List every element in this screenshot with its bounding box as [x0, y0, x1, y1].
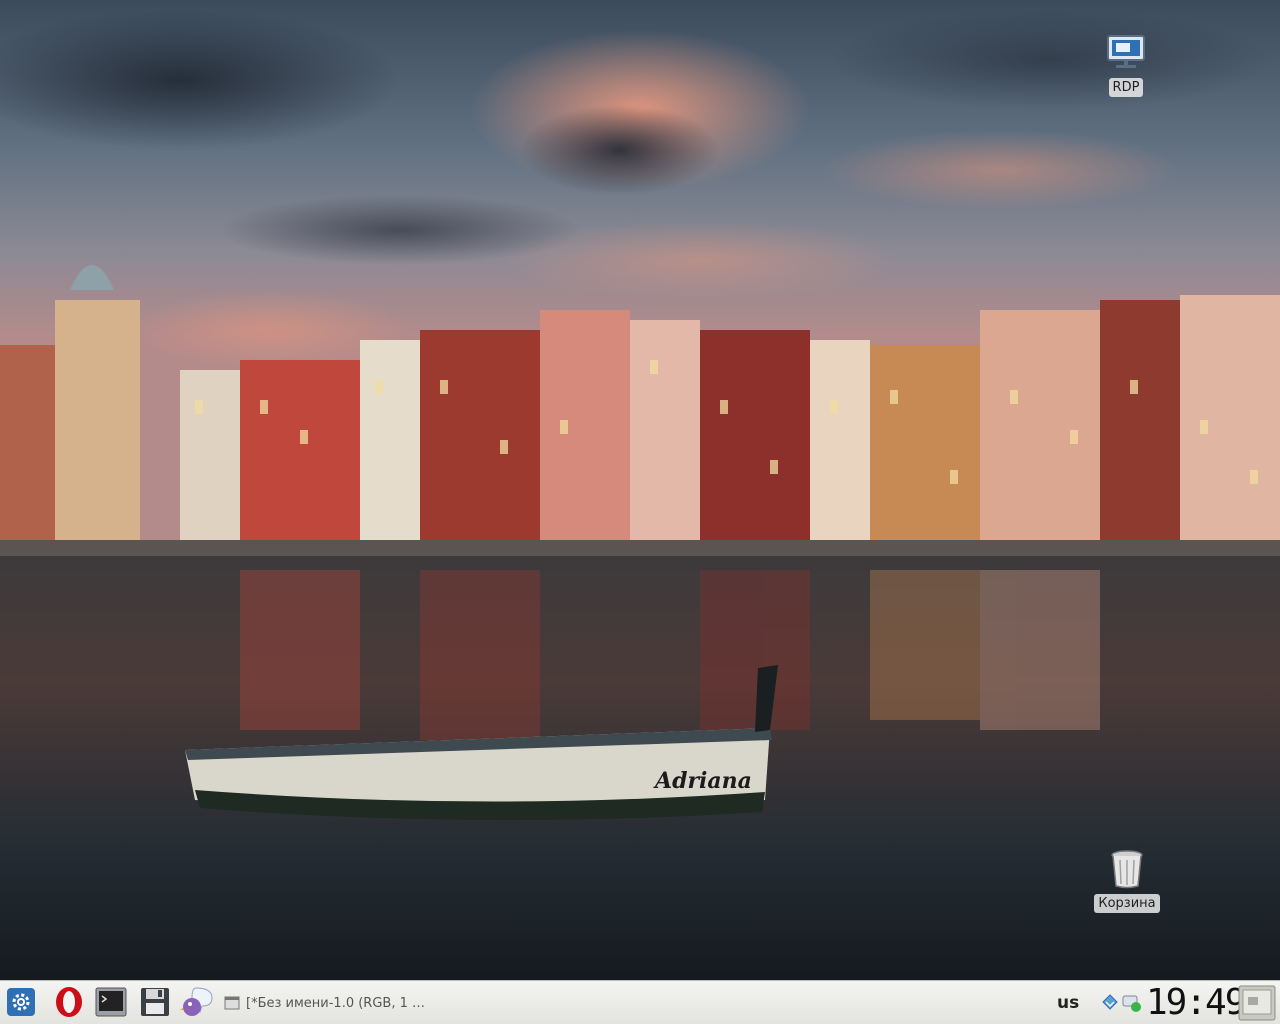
browser-launcher[interactable]: [52, 985, 86, 1019]
window-icon: [224, 996, 240, 1010]
trash-desktop-icon[interactable]: Корзина: [1087, 846, 1167, 913]
taskbar: [*Без имени-1.0 (RGB, 1 … us 19:49: [0, 980, 1280, 1024]
wallpaper-image: Adriana: [0, 0, 1280, 980]
network-tray-icon[interactable]: [1100, 993, 1120, 1013]
rdp-label: RDP: [1108, 78, 1144, 97]
task-gimp-window[interactable]: [*Без имени-1.0 (RGB, 1 …: [224, 989, 454, 1017]
gear-icon: [7, 988, 35, 1016]
messenger-launcher[interactable]: [180, 985, 214, 1019]
settings-launcher[interactable]: [4, 985, 38, 1019]
desktop: Adriana RDP Корзина: [0, 0, 1280, 980]
terminal-launcher[interactable]: [94, 985, 128, 1019]
floppy-disk-icon: [141, 988, 169, 1016]
task-title: [*Без имени-1.0 (RGB, 1 …: [246, 995, 425, 1011]
save-launcher[interactable]: [138, 985, 172, 1019]
rdp-monitor-icon: [1107, 35, 1145, 68]
keyboard-layout-indicator[interactable]: us: [1057, 993, 1079, 1013]
clock[interactable]: 19:49: [1146, 982, 1246, 1024]
pidgin-icon: [180, 987, 213, 1016]
trash-icon: [1111, 850, 1143, 889]
trash-label: Корзина: [1094, 894, 1160, 913]
terminal-icon: [95, 987, 127, 1017]
svg-text:Adriana: Adriana: [653, 768, 752, 794]
show-desktop-icon[interactable]: [1238, 985, 1276, 1021]
rdp-desktop-icon[interactable]: RDP: [1086, 30, 1166, 97]
opera-icon: [56, 987, 82, 1017]
messenger-tray-icon[interactable]: [1122, 993, 1142, 1013]
